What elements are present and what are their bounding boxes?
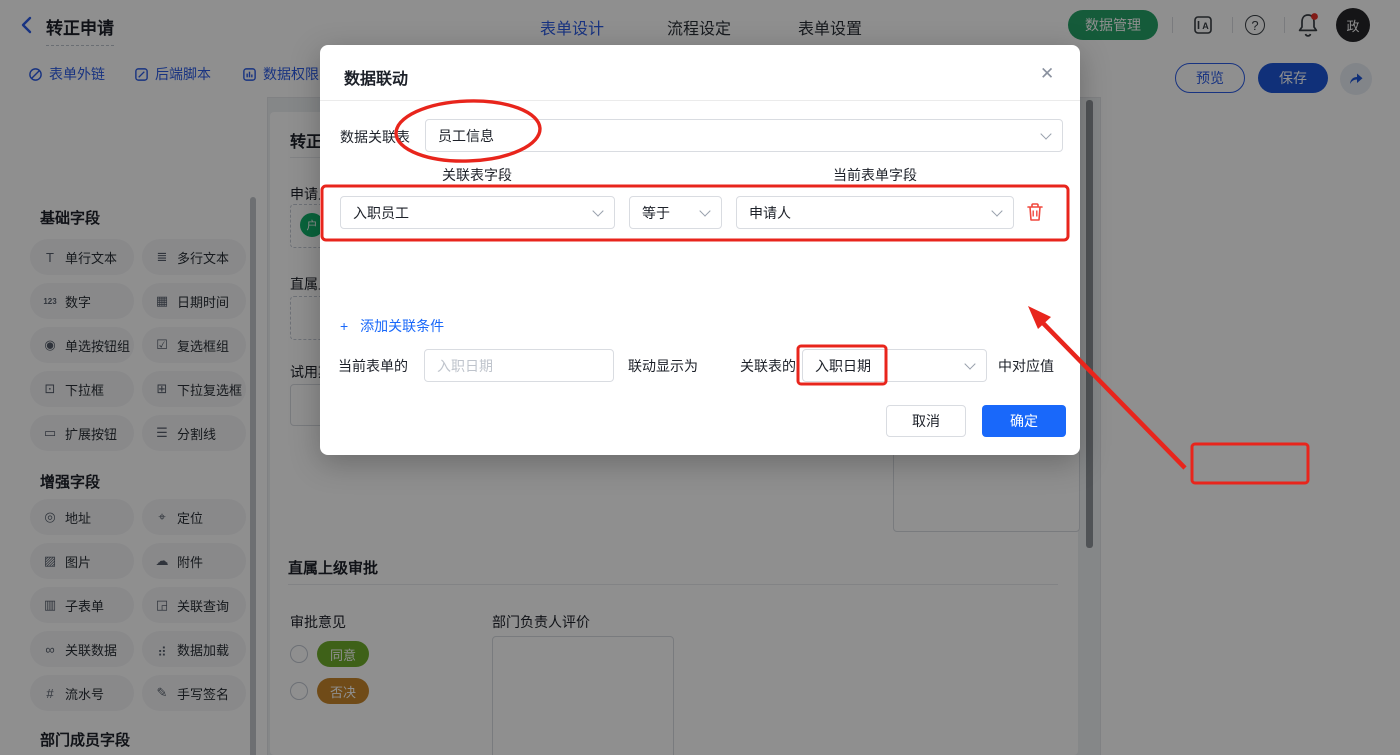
current-field-placeholder: 入职日期 [437,357,493,374]
related-field-select[interactable]: 入职日期 [802,349,987,382]
related-table-value: 员工信息 [438,127,494,144]
chevron-down-icon [699,205,711,217]
confirm-button[interactable]: 确定 [982,405,1066,437]
column-header-related-field: 关联表字段 [442,167,512,183]
modal-header-divider [320,100,1080,101]
delete-condition-trash-icon[interactable] [1026,202,1044,222]
related-table-prefix-label: 关联表的 [740,358,796,374]
column-header-current-field: 当前表单字段 [833,167,917,183]
plus-icon: + [340,318,349,334]
chevron-down-icon [964,358,976,370]
add-condition-link[interactable]: + 添加关联条件 [340,316,444,336]
add-condition-label: 添加关联条件 [360,318,445,334]
chevron-down-icon [592,205,604,217]
data-linkage-modal: 数据联动 ✕ 数据关联表 员工信息 关联表字段 当前表单字段 入职员工 等于 申… [320,45,1080,455]
related-table-label: 数据关联表 [340,129,410,145]
condition-target-select[interactable]: 申请人 [736,196,1014,229]
form-designer-app: 转正申请 表单设计 流程设定 表单设置 数据管理 A 政 表单外链 [0,0,1400,755]
chevron-down-icon [991,205,1003,217]
modal-title: 数据联动 [344,71,409,88]
linkage-display-label: 联动显示为 [628,358,698,374]
condition-field-select[interactable]: 入职员工 [340,196,615,229]
related-table-select[interactable]: 员工信息 [425,119,1063,152]
condition-operator-value: 等于 [642,204,670,221]
corresponding-value-label: 中对应值 [998,358,1054,374]
current-field-input[interactable]: 入职日期 [424,349,614,382]
condition-operator-select[interactable]: 等于 [629,196,722,229]
cancel-button[interactable]: 取消 [886,405,966,437]
current-form-prefix-label: 当前表单的 [338,358,408,374]
condition-field-value: 入职员工 [353,204,409,221]
related-field-value: 入职日期 [815,357,871,374]
close-icon[interactable]: ✕ [1040,64,1054,84]
condition-target-value: 申请人 [749,204,791,221]
chevron-down-icon [1040,128,1052,140]
